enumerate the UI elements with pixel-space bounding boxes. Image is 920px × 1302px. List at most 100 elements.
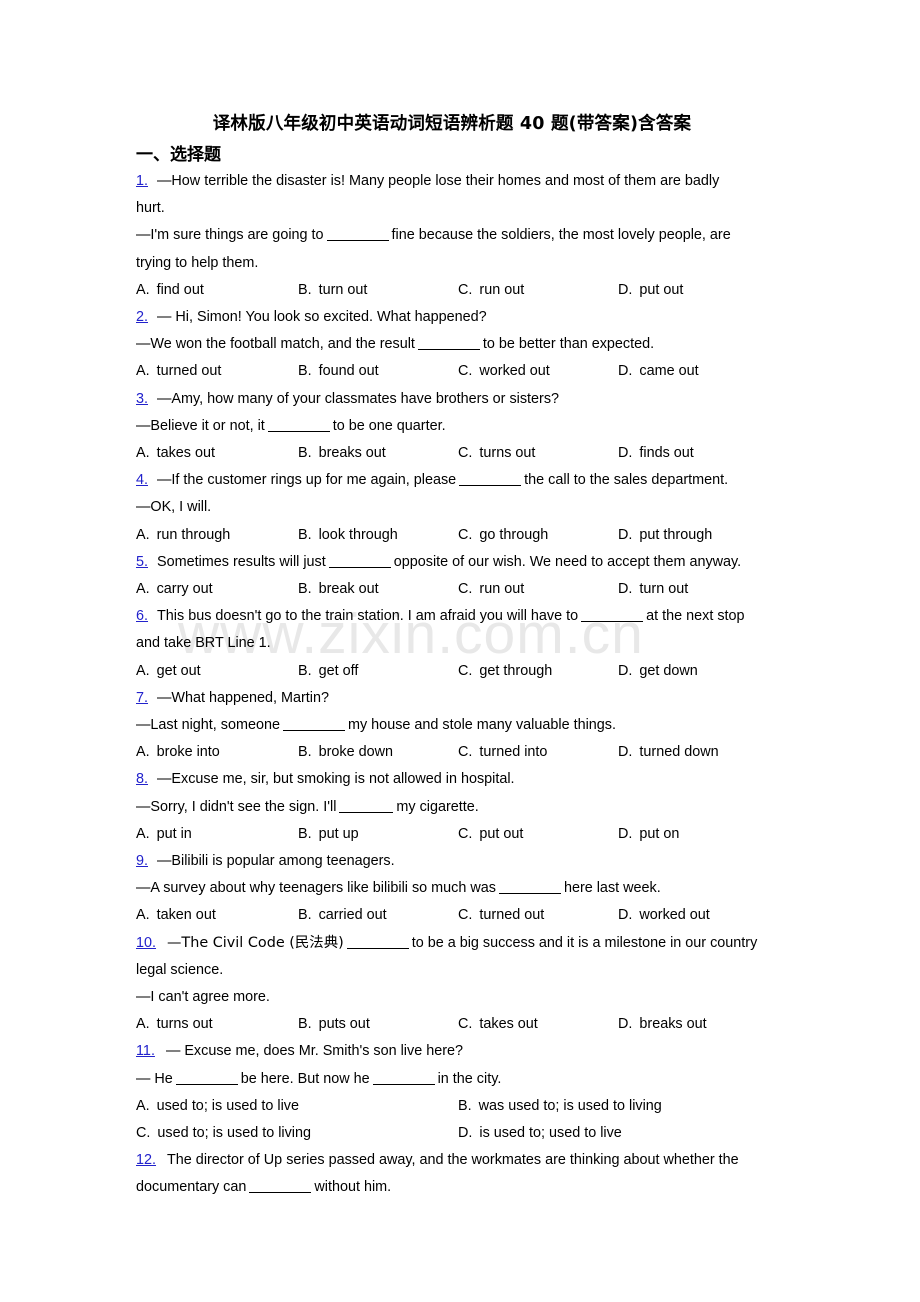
option-a[interactable]: A. put in [136, 821, 192, 848]
question-item: 10. —The Civil Code (民法典) to be a big succ… [0, 930, 920, 1039]
answer-blank[interactable] [339, 811, 394, 813]
option-a[interactable]: A. turns out [136, 1011, 213, 1038]
option-a[interactable]: A. used to; is used to live [136, 1093, 299, 1120]
question-number[interactable]: 8. [136, 771, 148, 787]
option-a[interactable]: A. turned out [136, 358, 221, 385]
question-number[interactable]: 10. [136, 935, 156, 951]
option-b[interactable]: B. broke down [298, 739, 393, 766]
option-b[interactable]: B. turn out [298, 277, 367, 304]
option-d[interactable]: D. put on [618, 821, 679, 848]
option-c[interactable]: C. takes out [458, 1011, 538, 1038]
option-d[interactable]: D. finds out [618, 440, 694, 467]
option-label: B. [298, 825, 312, 842]
option-label: B. [298, 744, 312, 761]
option-b[interactable]: B. found out [298, 358, 379, 385]
option-label: A. [136, 580, 150, 597]
question-number[interactable]: 11. [136, 1043, 155, 1059]
option-text: put up [318, 825, 359, 842]
option-b[interactable]: B. put up [298, 821, 359, 848]
option-label: C. [458, 363, 473, 380]
question-number[interactable]: 4. [136, 472, 148, 488]
question-text: my house and stole many valuable things. [348, 716, 616, 733]
option-row: A. broke into B. broke down C. turned into … [0, 739, 920, 766]
option-b[interactable]: B. breaks out [298, 440, 386, 467]
option-row: A. turned out B. found out C. worked out D.… [0, 358, 920, 385]
option-c[interactable]: C. run out [458, 576, 524, 603]
question-line: —OK, I will. [0, 494, 920, 521]
option-d[interactable]: D. is used to; used to live [458, 1120, 622, 1147]
option-label: A. [136, 526, 150, 543]
question-text: the call to the sales department. [524, 472, 729, 489]
answer-blank[interactable] [372, 1083, 435, 1085]
question-number[interactable]: 6. [136, 608, 148, 624]
answer-blank[interactable] [283, 729, 345, 731]
option-a[interactable]: A. takes out [136, 440, 215, 467]
option-d[interactable]: D. worked out [618, 902, 710, 929]
answer-blank[interactable] [326, 240, 389, 242]
option-label: A. [136, 445, 150, 461]
option-text: came out [639, 363, 699, 380]
option-c[interactable]: C. run out [458, 277, 524, 304]
option-label: D. [618, 825, 633, 842]
option-c[interactable]: C. worked out [458, 358, 550, 385]
option-label: C. [458, 445, 473, 461]
question-text: —The Civil Code (民法典) [167, 934, 344, 951]
option-label: A. [136, 363, 150, 380]
answer-blank[interactable] [498, 893, 561, 895]
option-text: put out [479, 825, 524, 842]
option-label: C. [458, 744, 473, 761]
option-d[interactable]: D. came out [618, 358, 699, 385]
option-c[interactable]: C. turned out [458, 902, 544, 929]
option-c[interactable]: C. put out [458, 821, 523, 848]
option-b[interactable]: B. get off [298, 658, 358, 685]
question-item: 2. — Hi, Simon! You look so excited. What… [0, 304, 920, 386]
option-a[interactable]: A. get out [136, 658, 201, 685]
option-b[interactable]: B. was used to; is used to living [458, 1093, 662, 1120]
answer-blank[interactable] [328, 566, 391, 568]
answer-blank[interactable] [581, 621, 644, 623]
answer-blank[interactable] [459, 485, 522, 487]
option-text: go through [479, 526, 549, 543]
question-number[interactable]: 12. [136, 1152, 156, 1168]
option-d[interactable]: D. turned down [618, 739, 719, 766]
answer-blank[interactable] [267, 430, 330, 432]
answer-blank[interactable] [346, 947, 409, 949]
question-number[interactable]: 9. [136, 853, 148, 869]
option-c[interactable]: C. turned into [458, 739, 547, 766]
option-b[interactable]: B. puts out [298, 1011, 370, 1038]
option-text: broke down [318, 744, 394, 761]
option-text: carried out [318, 907, 387, 924]
option-b[interactable]: B. break out [298, 576, 379, 603]
option-label: D. [618, 445, 633, 461]
question-line: —We won the football match, and the resu… [0, 331, 920, 358]
option-a[interactable]: A. broke into [136, 739, 220, 766]
answer-blank[interactable] [175, 1083, 238, 1085]
question-number[interactable]: 1. [136, 173, 148, 189]
option-text: carry out [156, 580, 213, 597]
option-c[interactable]: C. go through [458, 522, 548, 549]
option-a[interactable]: A. find out [136, 277, 204, 304]
option-c[interactable]: C. get through [458, 658, 552, 685]
option-label: C. [458, 907, 473, 924]
option-b[interactable]: B. look through [298, 522, 398, 549]
option-d[interactable]: D. breaks out [618, 1011, 707, 1038]
answer-blank[interactable] [417, 349, 480, 351]
option-a[interactable]: A. carry out [136, 576, 213, 603]
question-text: legal science. [136, 961, 224, 978]
option-c[interactable]: C. turns out [458, 440, 535, 467]
option-c[interactable]: C. used to; is used to living [136, 1120, 311, 1147]
question-number[interactable]: 5. [136, 554, 148, 570]
option-d[interactable]: D. put out [618, 277, 683, 304]
option-d[interactable]: D. put through [618, 522, 712, 549]
question-number[interactable]: 7. [136, 690, 148, 706]
option-text: turn out [639, 580, 689, 597]
option-d[interactable]: D. turn out [618, 576, 688, 603]
option-a[interactable]: A. run through [136, 522, 230, 549]
option-a[interactable]: A. taken out [136, 902, 216, 929]
question-number[interactable]: 2. [136, 309, 148, 325]
question-number[interactable]: 3. [136, 391, 148, 407]
option-d[interactable]: D. get down [618, 658, 698, 685]
answer-blank[interactable] [249, 1192, 312, 1194]
option-label: D. [618, 744, 633, 761]
option-b[interactable]: B. carried out [298, 902, 387, 929]
